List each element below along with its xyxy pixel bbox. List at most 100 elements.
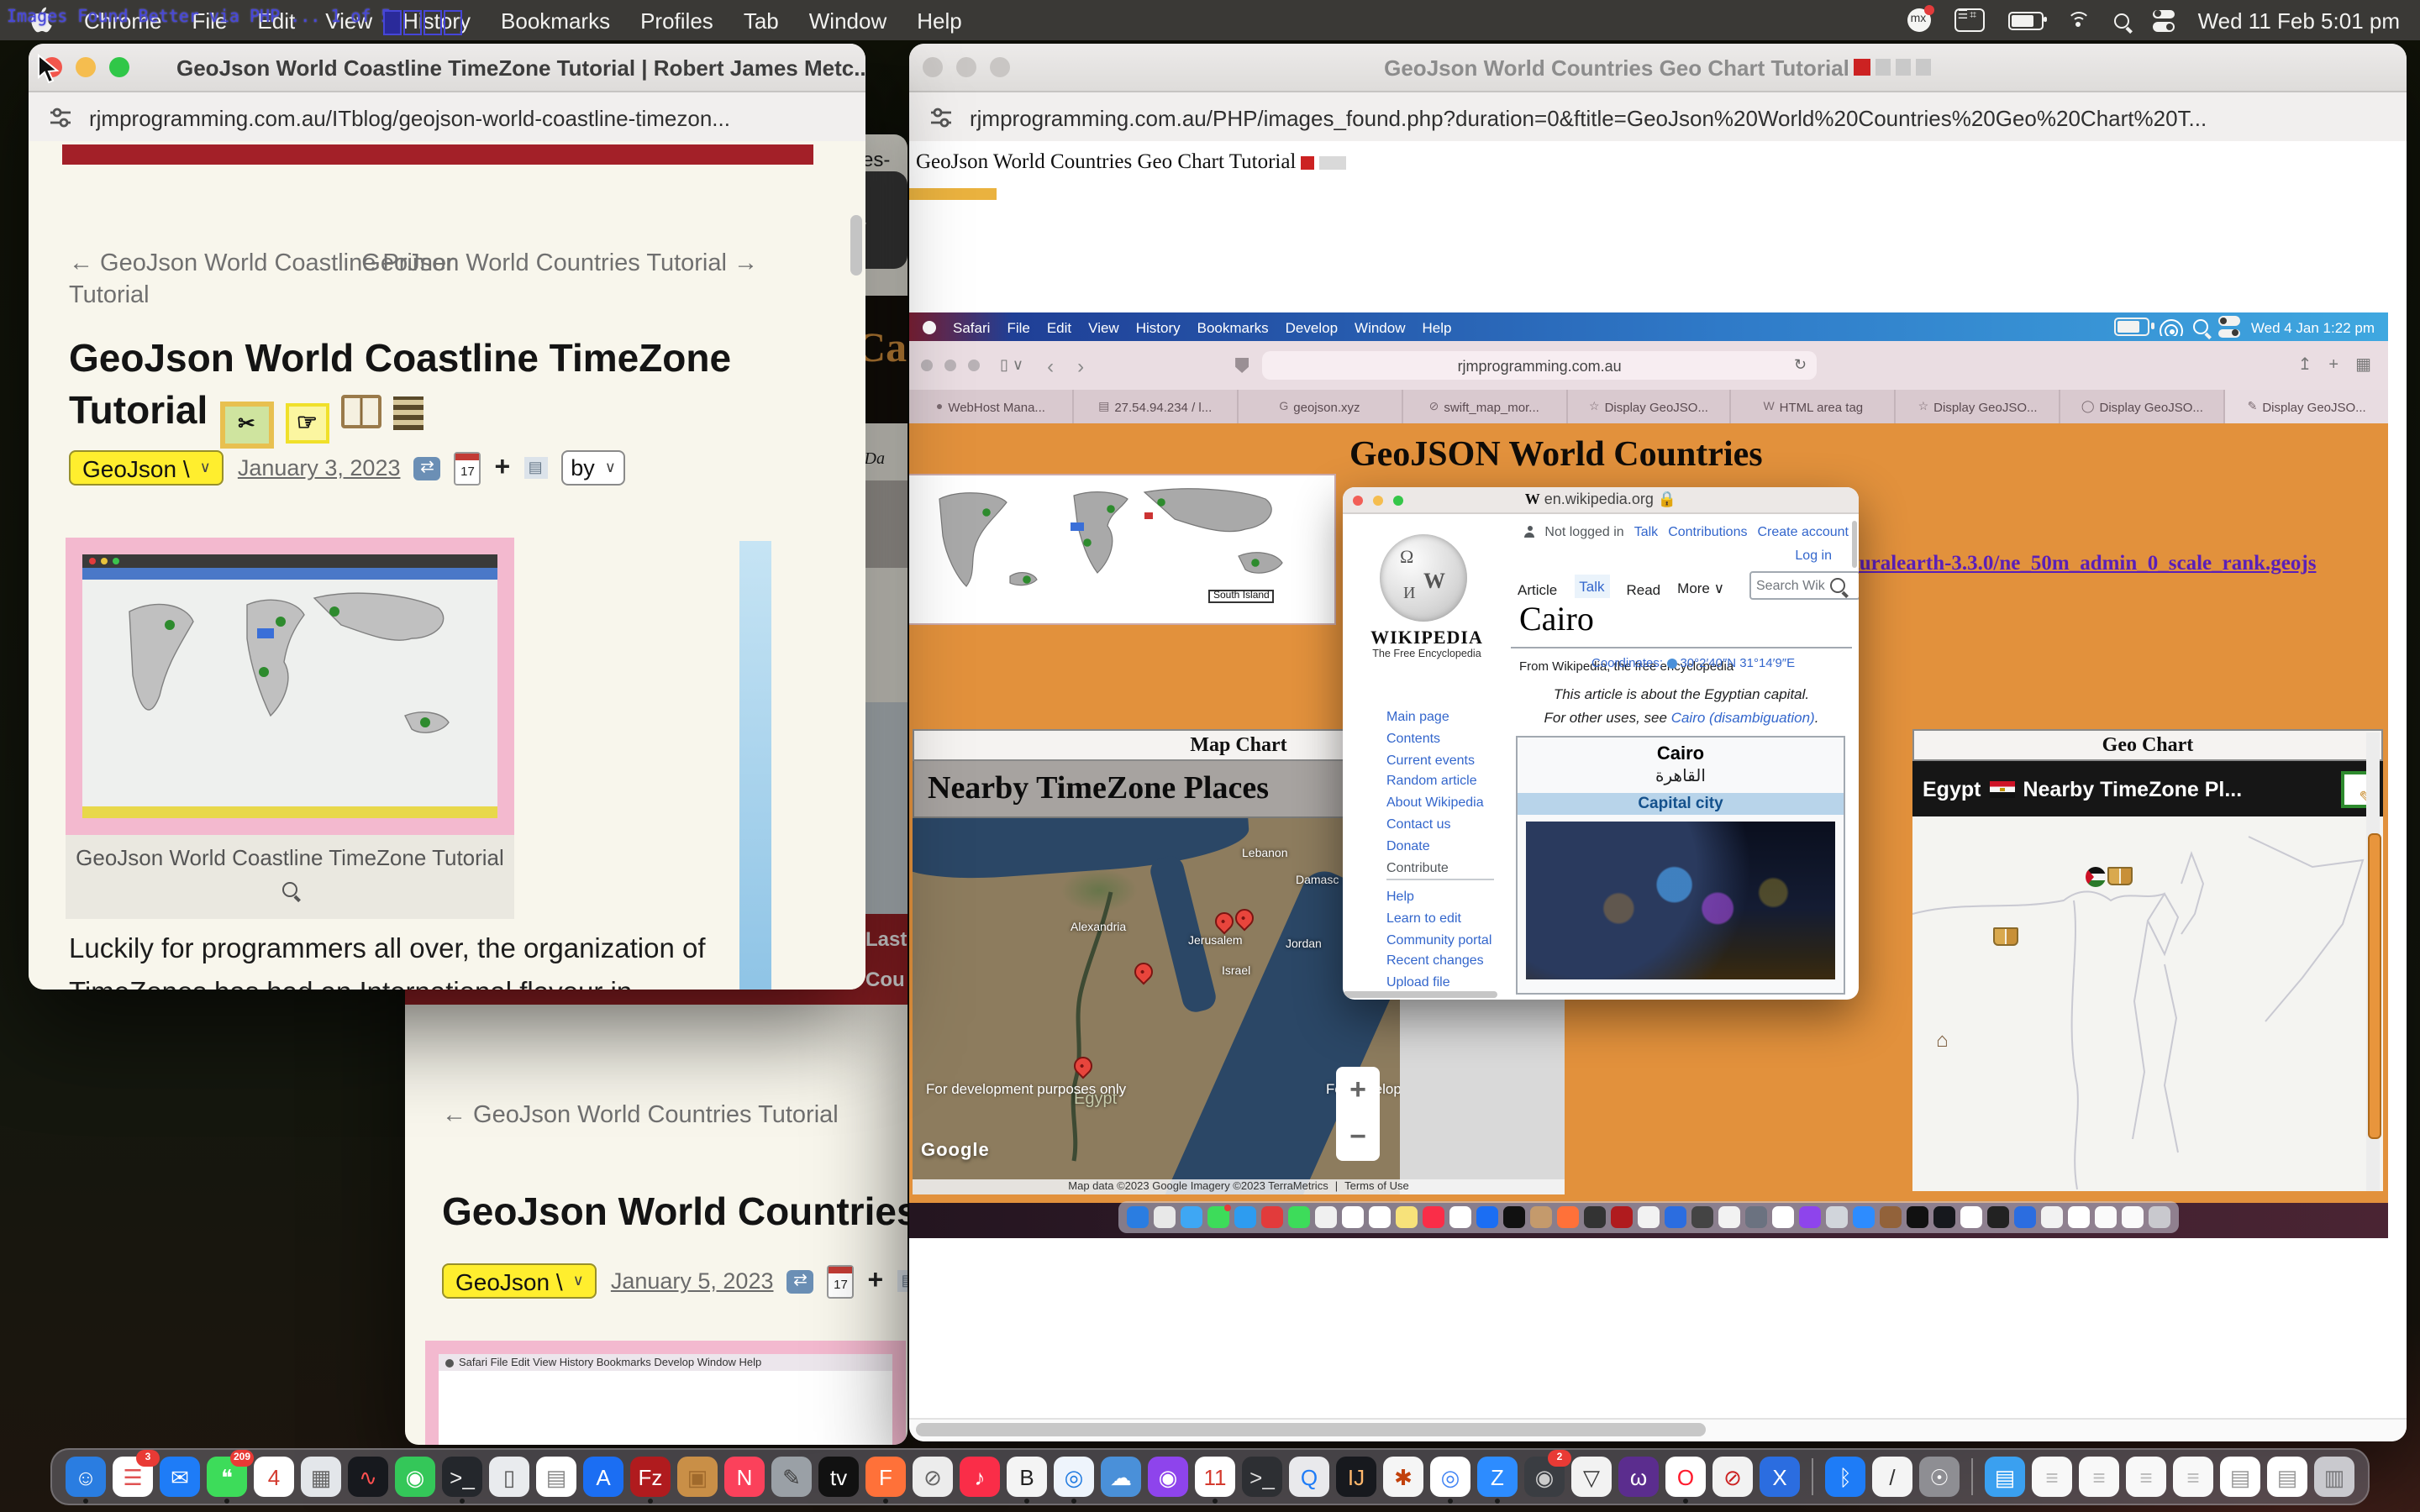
inner-scrollbar[interactable]	[2366, 732, 2380, 1191]
control-center-icon[interactable]	[2153, 9, 2175, 31]
cat-app[interactable]: ω	[1618, 1457, 1659, 1497]
art-app[interactable]: ✱	[1383, 1457, 1423, 1497]
wikipedia-popup-window[interactable]: W en.wikipedia.org 🔒 Not logged in Talk …	[1343, 487, 1859, 1000]
disambiguation-link[interactable]: Cairo (disambiguation)	[1671, 709, 1815, 726]
trash[interactable]: ▥	[2314, 1457, 2354, 1497]
url-text[interactable]: rjmprogramming.com.au/ITblog/geojson-wor…	[89, 105, 730, 130]
sidebar-link[interactable]: About Wikipedia	[1386, 795, 1484, 810]
filezilla[interactable]: Fz	[630, 1457, 671, 1497]
chrome-window-images-found[interactable]: GeoJson World Countries Geo Chart Tutori…	[909, 44, 2407, 1441]
shuffle-icon[interactable]: ⇄	[414, 456, 441, 480]
plus-icon[interactable]: +	[868, 1266, 884, 1296]
spotlight-icon[interactable]	[2114, 13, 2129, 28]
folder[interactable]: ▣	[677, 1457, 718, 1497]
quicktime[interactable]: Q	[1289, 1457, 1329, 1497]
window1-scrollbar-thumb[interactable]	[850, 215, 862, 276]
tutorial-screenshot-image[interactable]	[66, 538, 514, 835]
window2-horizontal-scrollbar[interactable]	[909, 1418, 2407, 1441]
terms-link[interactable]: Terms of Use	[1344, 1181, 1409, 1193]
sidebar-link[interactable]: Donate	[1386, 838, 1484, 853]
sidebar-link[interactable]: Random article	[1386, 774, 1484, 789]
app-store[interactable]: A	[583, 1457, 623, 1497]
talk-link[interactable]: Talk	[1634, 524, 1658, 539]
minimized-window[interactable]: ≡	[2079, 1457, 2119, 1497]
launchpad[interactable]: ▦	[301, 1457, 341, 1497]
contributions-link[interactable]: Contributions	[1668, 524, 1747, 539]
map-zoom-control[interactable]: + −	[1336, 1067, 1380, 1161]
coordinates-link[interactable]: Coordinates: 30°2′40″N 31°14′9″E	[1591, 655, 1795, 670]
messages[interactable]: ❝ 209	[207, 1457, 247, 1497]
wiki-horizontal-scrollbar[interactable]	[1343, 991, 1497, 998]
apple-tv[interactable]: tv	[818, 1457, 859, 1497]
plus-icon[interactable]: +	[495, 453, 511, 483]
textedit[interactable]: ▤	[536, 1457, 576, 1497]
news[interactable]: N	[724, 1457, 765, 1497]
sidebar-link[interactable]: Recent changes	[1386, 953, 1491, 969]
category-select[interactable]: GeoJson \∨	[69, 450, 224, 486]
login-link[interactable]: Log in	[1795, 548, 1832, 563]
calendar-icon[interactable]: 17	[828, 1264, 855, 1298]
house-marker-icon[interactable]: ⌂	[1936, 1028, 1949, 1052]
accessibility[interactable]: ☉	[1919, 1457, 1960, 1497]
inkscape[interactable]: ▽	[1571, 1457, 1612, 1497]
sidebar-link[interactable]: Community portal	[1386, 932, 1491, 947]
window2-titlebar[interactable]: GeoJson World Countries Geo Chart Tutori…	[909, 44, 2407, 92]
blocked-app[interactable]: ⊘	[1712, 1457, 1753, 1497]
menu-item[interactable]: Profiles	[625, 8, 729, 33]
podcasts[interactable]: ◉	[1148, 1457, 1188, 1497]
url-text[interactable]: rjmprogramming.com.au/PHP/images_found.p…	[970, 105, 2207, 130]
pointing-hand-icon[interactable]: ☞	[285, 402, 329, 443]
voice-memos[interactable]: ∿	[348, 1457, 388, 1497]
terminal-2[interactable]: >_	[1242, 1457, 1282, 1497]
dock-icon[interactable]	[1971, 1458, 1973, 1495]
zoom-in-button[interactable]: +	[1349, 1074, 1366, 1107]
menubar-clock[interactable]: Wed 11 Feb 5:01 pm	[2198, 8, 2400, 33]
window1-titlebar[interactable]: GeoJson World Coastline TimeZone Tutoria…	[29, 44, 865, 92]
downloads-folder[interactable]: ▤	[1985, 1457, 2025, 1497]
window2-urlbar[interactable]: rjmprogramming.com.au/PHP/images_found.p…	[909, 92, 2407, 144]
battery-icon[interactable]	[2008, 11, 2044, 29]
scissors-runners-icon[interactable]: ✂	[219, 401, 273, 448]
sidebar-link[interactable]: Current events	[1386, 752, 1484, 767]
category-select[interactable]: GeoJson \∨	[442, 1263, 597, 1299]
sidebar-link[interactable]: Learn to edit	[1386, 911, 1491, 926]
status-app-icon[interactable]	[1907, 8, 1931, 32]
post-date-link[interactable]: January 3, 2023	[238, 455, 401, 480]
inner-scrollbar-thumb[interactable]	[2368, 833, 2381, 1139]
facetime[interactable]: ◉	[395, 1457, 435, 1497]
minimize-button[interactable]	[76, 57, 96, 77]
bbedit[interactable]: B	[1007, 1457, 1047, 1497]
xcode[interactable]: X	[1760, 1457, 1800, 1497]
minimized-window[interactable]: ≡	[2173, 1457, 2213, 1497]
shuffle-icon[interactable]: ⇄	[787, 1269, 814, 1293]
calendar-icon[interactable]: 17	[455, 451, 481, 485]
tab-article[interactable]: Article	[1518, 581, 1557, 598]
calendar[interactable]: 4	[254, 1457, 294, 1497]
post-screenshot-thumbnail[interactable]: Safari File Edit View History Bookmarks …	[425, 1341, 906, 1445]
minimized-window[interactable]: ≡	[2126, 1457, 2166, 1497]
doc-icon[interactable]: ▤	[897, 1270, 908, 1292]
safari[interactable]: ◎	[1054, 1457, 1094, 1497]
sidebar-link[interactable]: Main page	[1386, 709, 1484, 724]
prev-post-link[interactable]: ← GeoJson World Countries Tutorial	[442, 1102, 839, 1129]
menu-item[interactable]: Tab	[729, 8, 794, 33]
input-menu-icon[interactable]	[1954, 8, 1985, 32]
zoom[interactable]: Z	[1477, 1457, 1518, 1497]
finder[interactable]: ☺	[66, 1457, 106, 1497]
slash-app[interactable]: ⊘	[913, 1457, 953, 1497]
zoom-image-icon[interactable]	[282, 882, 297, 897]
wifi-icon[interactable]	[2067, 12, 2091, 29]
reminders[interactable]: ☰ 3	[113, 1457, 153, 1497]
mail[interactable]: ✉	[160, 1457, 200, 1497]
menu-item[interactable]: Bookmarks	[486, 8, 625, 33]
sidebar-link[interactable]: Upload file	[1386, 974, 1491, 990]
menu-item[interactable]: Window	[794, 8, 902, 33]
tab-read[interactable]: Read	[1627, 581, 1661, 598]
document-thumb[interactable]: ▤	[2267, 1457, 2307, 1497]
sidebar-link[interactable]: Help	[1386, 889, 1491, 904]
zoom-out-button[interactable]: −	[1349, 1121, 1366, 1154]
wikipedia-search-input[interactable]: Search Wik	[1749, 571, 1859, 600]
weather[interactable]: ☁	[1101, 1457, 1141, 1497]
sidebar-link[interactable]: Contents	[1386, 731, 1484, 746]
slash-doc[interactable]: /	[1872, 1457, 1912, 1497]
